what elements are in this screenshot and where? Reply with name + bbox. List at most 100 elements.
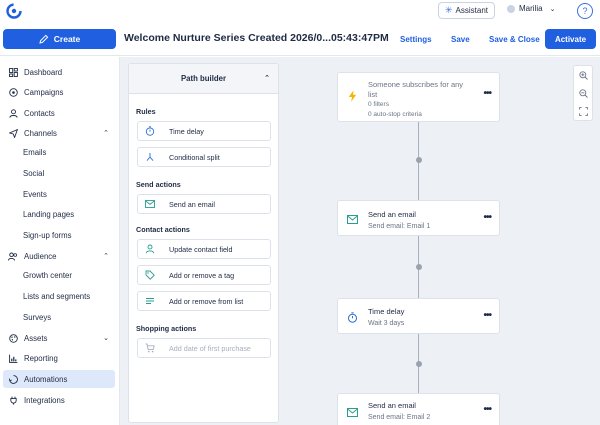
automation-canvas[interactable]: Path builder ⌃ Rules Time delay Conditio…: [120, 57, 600, 425]
avatar: [507, 4, 515, 13]
block-conditional-split[interactable]: Conditional split: [137, 147, 271, 167]
trigger-node[interactable]: Someone subscribes for any list 0 filter…: [337, 72, 500, 122]
fit-to-screen-button[interactable]: [574, 102, 592, 120]
envelope-icon: [346, 406, 358, 418]
sidebar-item-dashboard[interactable]: Dashboard: [3, 63, 115, 81]
envelope-icon: [346, 213, 358, 225]
save-button[interactable]: Save: [451, 35, 470, 44]
split-icon: [144, 152, 156, 162]
section-rules: Rules: [136, 107, 156, 116]
sidebar-item-audience[interactable]: Audience ⌃: [3, 247, 115, 265]
plug-icon: [8, 395, 18, 405]
block-update-contact-field[interactable]: Update contact field: [137, 239, 271, 259]
section-shopping-actions: Shopping actions: [136, 324, 197, 333]
block-add-first-purchase-date[interactable]: Add date of first purchase: [137, 338, 271, 358]
person-icon: [8, 108, 18, 118]
sidebar-subitem-social[interactable]: Social: [23, 169, 44, 178]
flow-add-step-dot[interactable]: [416, 264, 422, 270]
sidebar-item-assets[interactable]: Assets ⌄: [3, 329, 115, 347]
sidebar-item-campaigns[interactable]: Campaigns: [3, 83, 115, 101]
cart-icon: [144, 343, 156, 353]
sidebar: Dashboard Campaigns Contacts Channels ⌃ …: [0, 57, 120, 425]
send-icon: [8, 128, 18, 138]
block-label: Time delay: [169, 126, 204, 136]
path-builder-header[interactable]: Path builder ⌃: [129, 64, 278, 94]
more-options-icon[interactable]: •••: [483, 310, 491, 321]
logo-icon[interactable]: [6, 3, 22, 19]
sidebar-subitem-surveys[interactable]: Surveys: [23, 313, 51, 322]
person-icon: [144, 244, 156, 254]
sidebar-item-label: Contacts: [24, 108, 55, 118]
sidebar-item-label: Integrations: [24, 395, 65, 405]
block-add-remove-list[interactable]: Add or remove from list: [137, 291, 271, 311]
flow-add-step-dot[interactable]: [416, 157, 422, 163]
path-builder-title: Path builder: [180, 74, 227, 83]
top-bar: ✳ Assistant Marilia ⌄ ?: [0, 0, 600, 24]
sidebar-item-automations[interactable]: Automations: [3, 370, 115, 388]
help-button[interactable]: ?: [577, 3, 593, 19]
more-options-icon[interactable]: •••: [483, 212, 491, 223]
step-send-email-1[interactable]: Send an email Send email: Email 1 •••: [337, 200, 500, 236]
zoom-in-icon: [578, 70, 588, 80]
step-send-email-2[interactable]: Send an email Send email: Email 2 •••: [337, 393, 500, 425]
list-icon: [144, 297, 156, 305]
block-label: Update contact field: [169, 244, 233, 254]
chart-icon: [8, 353, 18, 363]
block-time-delay[interactable]: Time delay: [137, 121, 271, 141]
create-button[interactable]: Create: [3, 29, 116, 49]
sidebar-item-label: Channels: [24, 128, 57, 138]
palette-icon: [8, 333, 18, 343]
zoom-out-button[interactable]: [574, 84, 592, 102]
assistant-label: Assistant: [455, 6, 488, 15]
sidebar-item-label: Reporting: [24, 353, 58, 363]
sidebar-subitem-emails[interactable]: Emails: [23, 148, 46, 157]
more-options-icon[interactable]: •••: [483, 404, 491, 415]
sidebar-item-channels[interactable]: Channels ⌃: [3, 124, 115, 142]
block-label: Add or remove a tag: [169, 270, 235, 280]
activate-button[interactable]: Activate: [545, 29, 596, 49]
help-icon: ?: [582, 6, 588, 16]
zoom-in-button[interactable]: [574, 66, 592, 84]
stopwatch-icon: [144, 126, 156, 136]
settings-button[interactable]: Settings: [400, 35, 432, 44]
zoom-controls: [573, 65, 593, 121]
block-label: Add date of first purchase: [169, 343, 251, 353]
sidebar-item-label: Dashboard: [24, 67, 63, 77]
chevron-up-icon[interactable]: ⌃: [103, 252, 109, 260]
page-title[interactable]: Welcome Nurture Series Created 2026/0...…: [124, 32, 389, 44]
block-send-email[interactable]: Send an email: [137, 194, 271, 214]
chevron-down-icon[interactable]: ⌄: [103, 334, 109, 342]
sidebar-item-label: Automations: [24, 374, 68, 384]
sidebar-subitem-events[interactable]: Events: [23, 190, 47, 199]
block-label: Conditional split: [169, 152, 220, 162]
campaigns-icon: [8, 87, 18, 97]
envelope-icon: [144, 200, 156, 208]
trigger-title: Someone subscribes for any list: [368, 80, 464, 99]
sparkle-icon: ✳: [444, 5, 453, 15]
flow-add-step-dot[interactable]: [416, 361, 422, 367]
sidebar-item-contacts[interactable]: Contacts: [3, 104, 115, 122]
trigger-filters: 0 filters: [368, 101, 389, 108]
sidebar-item-integrations[interactable]: Integrations: [3, 391, 115, 409]
sidebar-subitem-growth-center[interactable]: Growth center: [23, 271, 72, 280]
pencil-icon: [39, 34, 49, 44]
sidebar-subitem-landing-pages[interactable]: Landing pages: [23, 210, 74, 219]
more-options-icon[interactable]: •••: [483, 88, 491, 99]
step-time-delay[interactable]: Time delay Wait 3 days •••: [337, 298, 500, 334]
section-send-actions: Send actions: [136, 180, 181, 189]
sidebar-item-reporting[interactable]: Reporting: [3, 349, 115, 367]
editor-header: Create Welcome Nurture Series Created 20…: [0, 24, 600, 56]
chevron-up-icon[interactable]: ⌃: [264, 74, 270, 82]
chevron-up-icon[interactable]: ⌃: [103, 129, 109, 137]
trigger-autostop: 0 auto-stop criteria: [368, 111, 422, 118]
sidebar-subitem-signup-forms[interactable]: Sign-up forms: [23, 231, 72, 240]
user-menu[interactable]: Marilia ⌄: [507, 4, 555, 13]
dashboard-icon: [8, 67, 18, 77]
fit-screen-icon: [578, 106, 588, 116]
step-subtitle: Send email: Email 1: [368, 223, 431, 230]
assistant-button[interactable]: ✳ Assistant: [438, 2, 495, 19]
save-close-button[interactable]: Save & Close: [489, 35, 540, 44]
section-contact-actions: Contact actions: [136, 225, 190, 234]
sidebar-subitem-lists-segments[interactable]: Lists and segments: [23, 292, 90, 301]
block-add-remove-tag[interactable]: Add or remove a tag: [137, 265, 271, 285]
